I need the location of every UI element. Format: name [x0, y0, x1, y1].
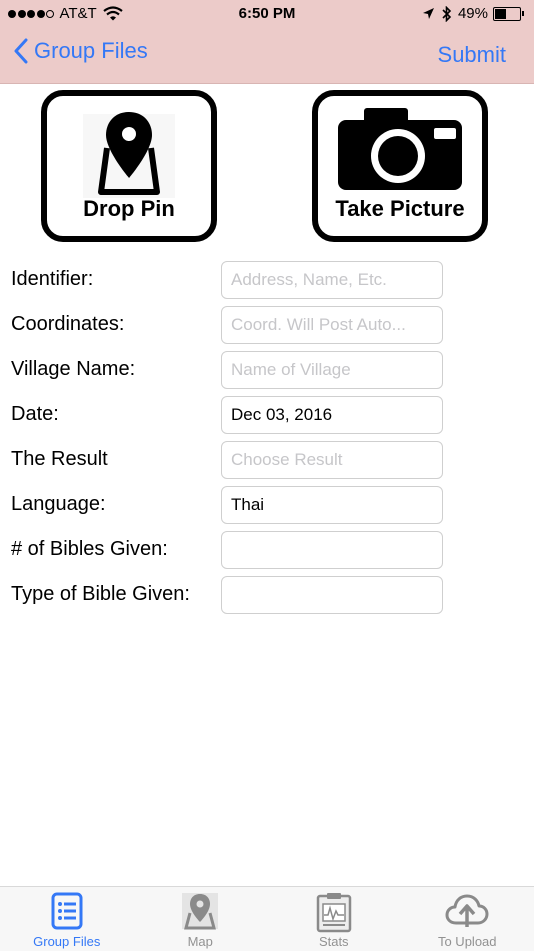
tab-group-files[interactable]: Group Files: [0, 887, 134, 951]
back-button[interactable]: Group Files: [14, 38, 148, 64]
bibles-given-label: # of Bibles Given:: [11, 538, 168, 561]
date-label: Date:: [11, 403, 59, 426]
form-row-identifier: Identifier:: [0, 261, 534, 301]
form-row-village-name: Village Name:: [0, 351, 534, 391]
take-picture-button[interactable]: Take Picture: [308, 88, 492, 246]
cloud-upload-icon: [401, 891, 534, 936]
coordinates-input[interactable]: [221, 306, 443, 344]
date-input[interactable]: [221, 396, 443, 434]
tab-to-upload[interactable]: To Upload: [401, 887, 534, 951]
bible-type-label: Type of Bible Given:: [11, 583, 190, 606]
submit-button[interactable]: Submit: [438, 42, 506, 68]
form-row-bibles-given: # of Bibles Given:: [0, 531, 534, 571]
battery-tip: [522, 11, 524, 16]
tab-stats-label: Stats: [267, 934, 401, 949]
form-row-bible-type: Type of Bible Given:: [0, 576, 534, 616]
tab-map[interactable]: Map: [134, 887, 268, 951]
take-picture-label: Take Picture: [318, 196, 482, 222]
village-name-label: Village Name:: [11, 358, 135, 381]
status-right: 49%: [422, 5, 524, 22]
bluetooth-icon: [442, 6, 452, 22]
drop-pin-label: Drop Pin: [47, 196, 211, 222]
drop-pin-button[interactable]: Drop Pin: [37, 88, 221, 246]
status-bar: AT&T 6:50 PM 49%: [0, 0, 534, 28]
village-name-input[interactable]: [221, 351, 443, 389]
chevron-left-icon: [14, 38, 28, 64]
document-list-icon: [0, 891, 134, 936]
drop-pin-icon: [47, 106, 211, 203]
identifier-label: Identifier:: [11, 268, 93, 291]
drop-pin-frame: Drop Pin: [41, 90, 217, 242]
form-row-coordinates: Coordinates:: [0, 306, 534, 346]
battery-percent: 49%: [458, 5, 488, 22]
bible-type-input[interactable]: [221, 576, 443, 614]
location-arrow-icon: [422, 7, 435, 20]
result-input[interactable]: [221, 441, 443, 479]
language-input[interactable]: [221, 486, 443, 524]
tab-bar: Group Files Map Stats: [0, 886, 534, 951]
bibles-given-input[interactable]: [221, 531, 443, 569]
tab-map-label: Map: [134, 934, 268, 949]
chart-clipboard-icon: [267, 891, 401, 938]
camera-icon: [318, 106, 482, 197]
form-row-language: Language:: [0, 486, 534, 526]
result-label: The Result: [11, 448, 108, 471]
back-button-label: Group Files: [34, 38, 148, 64]
tab-to-upload-label: To Upload: [401, 934, 534, 949]
form-row-result: The Result: [0, 441, 534, 481]
navigation-bar: Group Files Submit: [0, 28, 534, 84]
language-label: Language:: [11, 493, 106, 516]
tab-stats[interactable]: Stats: [267, 887, 401, 951]
form-row-date: Date:: [0, 396, 534, 436]
identifier-input[interactable]: [221, 261, 443, 299]
tab-group-files-label: Group Files: [0, 934, 134, 949]
take-picture-frame: Take Picture: [312, 90, 488, 242]
battery-icon: [493, 7, 521, 21]
map-pin-icon: [134, 891, 268, 936]
coordinates-label: Coordinates:: [11, 313, 124, 336]
